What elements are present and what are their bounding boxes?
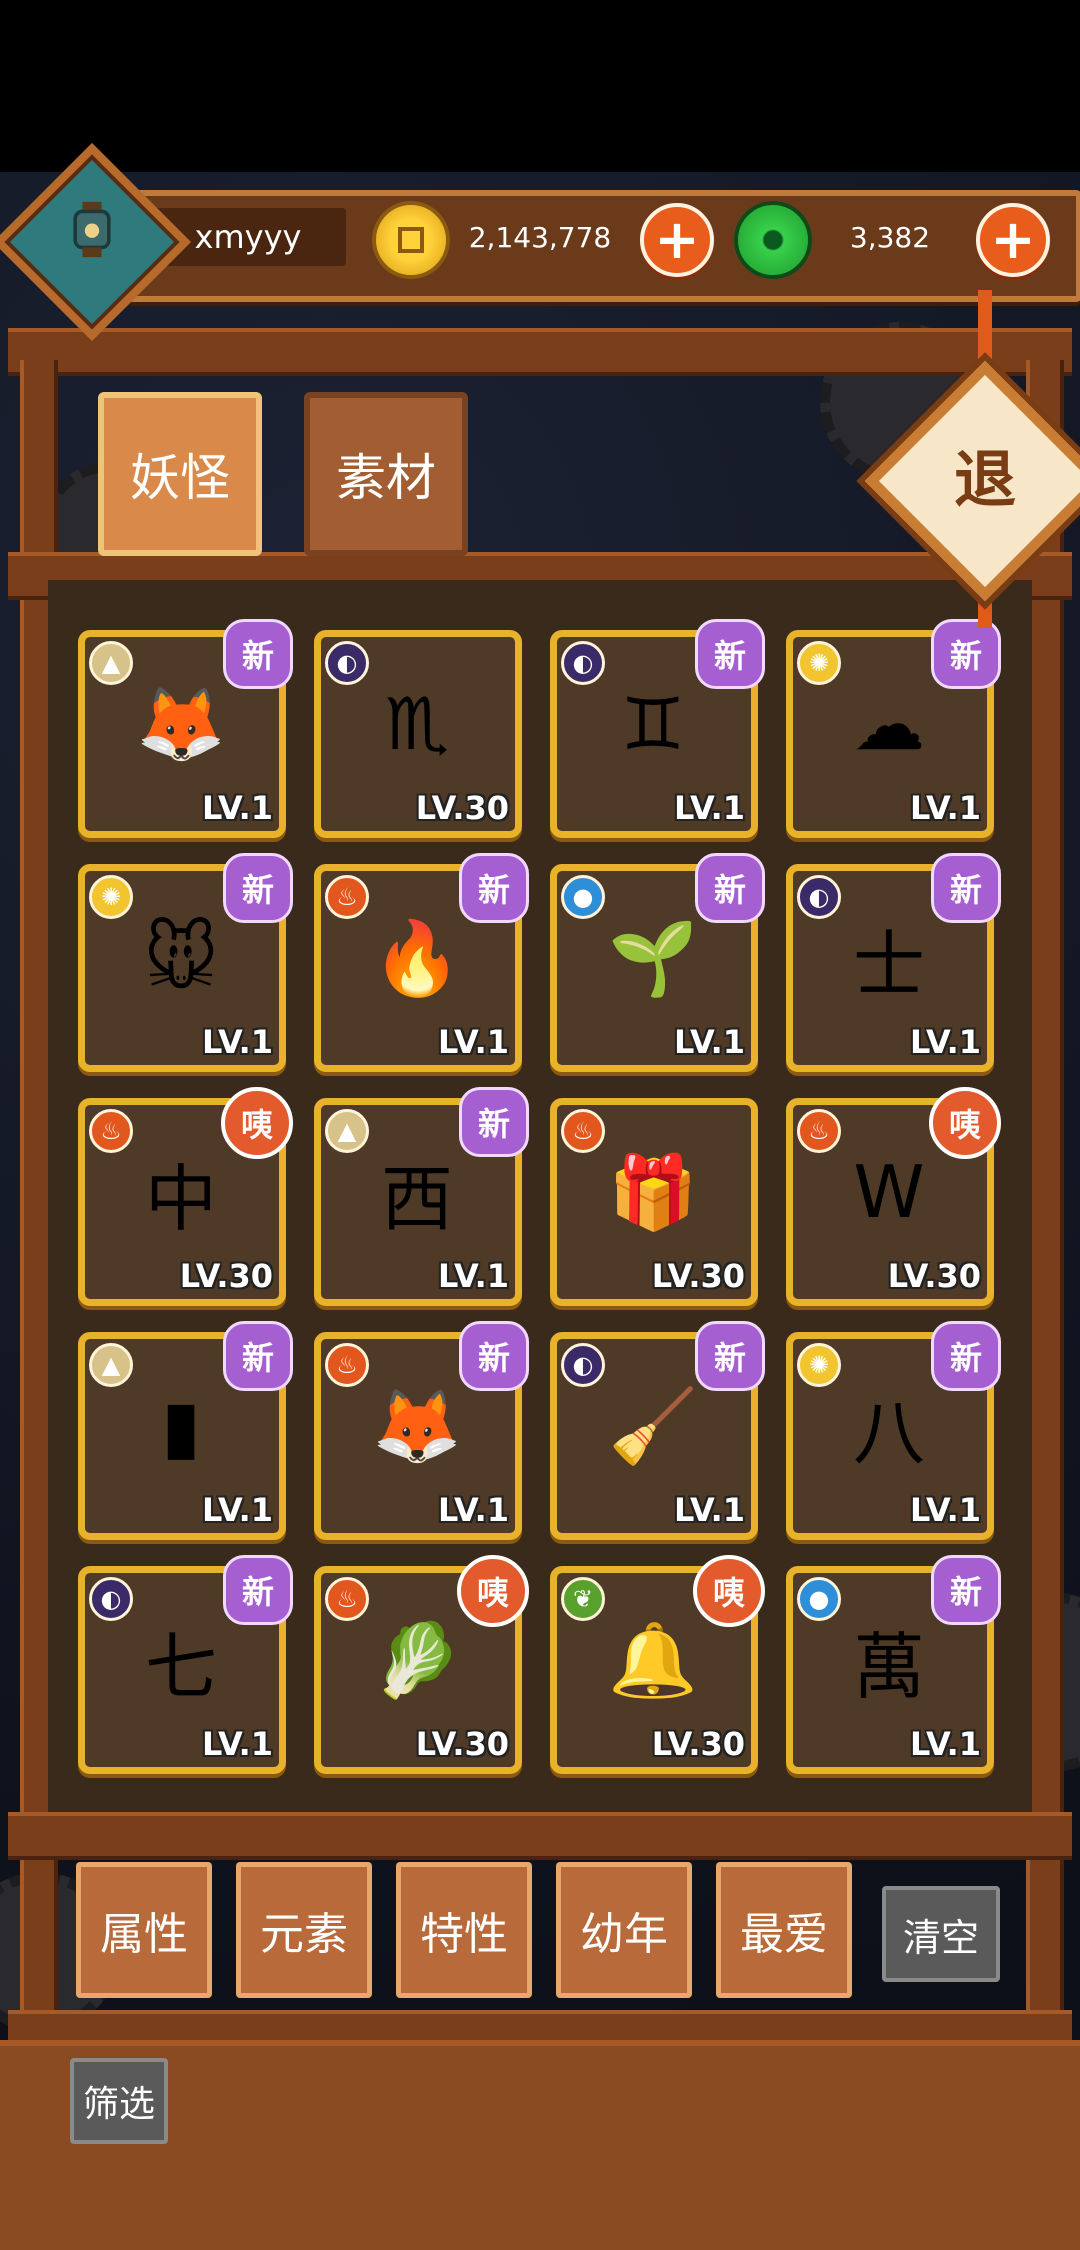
monster-card[interactable]: ♨ 中咦 LV.30 xyxy=(78,1087,293,1306)
creature-portrait: 🔥 xyxy=(372,915,462,1000)
creature-portrait: ♊ xyxy=(620,682,686,766)
monster-card[interactable]: ◐ ♊ 新 LV.1 xyxy=(550,619,765,838)
filter-button[interactable]: 元素 xyxy=(236,1862,372,1998)
new-badge: 新 xyxy=(695,853,765,923)
add-jade-button[interactable]: + xyxy=(976,203,1050,277)
level-label: LV.1 xyxy=(909,789,981,827)
creature-portrait: 七 xyxy=(144,1624,217,1709)
monster-card[interactable]: ◐ 士新 LV.1 xyxy=(786,853,1001,1072)
creature-portrait: 🧹 xyxy=(608,1383,698,1468)
filter-button[interactable]: 特性 xyxy=(396,1862,532,1998)
level-label: LV.30 xyxy=(179,1257,273,1295)
new-badge: 新 xyxy=(931,1321,1001,1391)
level-label: LV.1 xyxy=(201,789,273,827)
level-label: LV.1 xyxy=(201,1023,273,1061)
level-label: LV.30 xyxy=(415,1725,509,1763)
ugh-badge: 咦 xyxy=(221,1087,293,1159)
creature-portrait: 🔔 xyxy=(608,1617,698,1702)
sift-button[interactable]: 筛选 xyxy=(70,2058,168,2144)
monster-card[interactable]: ● 🌱 新 LV.1 xyxy=(550,853,765,1072)
ugh-badge: 咦 xyxy=(693,1555,765,1627)
new-badge: 新 xyxy=(223,1555,293,1625)
tab-monsters[interactable]: 妖怪 xyxy=(98,392,262,556)
new-badge: 新 xyxy=(931,1555,1001,1625)
monster-card[interactable]: ✺ 八新 LV.1 xyxy=(786,1321,1001,1540)
jade-amount: 3,382 xyxy=(849,220,931,254)
ugh-badge: 咦 xyxy=(929,1087,1001,1159)
new-badge: 新 xyxy=(459,1087,529,1157)
add-coins-button[interactable]: + xyxy=(640,203,714,277)
monster-card[interactable]: ● 萬新 LV.1 xyxy=(786,1555,1001,1774)
level-label: LV.1 xyxy=(673,1023,745,1061)
creature-portrait: W xyxy=(853,1150,925,1234)
creature-portrait: 中 xyxy=(144,1156,217,1241)
monster-card[interactable]: ❦ 🔔 咦 LV.30 xyxy=(550,1555,765,1774)
filter-button[interactable]: 属性 xyxy=(76,1862,212,1998)
new-badge: 新 xyxy=(223,1321,293,1391)
monster-card[interactable]: ♨ 🔥 新 LV.1 xyxy=(314,853,529,1072)
creature-portrait: 🎁 xyxy=(608,1149,698,1234)
coin-icon xyxy=(372,201,450,279)
monster-card[interactable]: ♨ 🎁 LV.30 xyxy=(550,1098,758,1306)
monster-card[interactable]: ✺ 🐭 新 LV.1 xyxy=(78,853,293,1072)
creature-portrait: 🦊 xyxy=(136,681,226,766)
level-label: LV.1 xyxy=(437,1257,509,1295)
creature-portrait: ♏ xyxy=(384,682,450,766)
level-label: LV.1 xyxy=(673,1491,745,1529)
monster-card[interactable]: ▲ 🦊 新 LV.1 xyxy=(78,619,293,838)
level-label: LV.30 xyxy=(887,1257,981,1295)
creature-portrait: 士 xyxy=(852,922,925,1007)
level-label: LV.30 xyxy=(651,1725,745,1763)
level-label: LV.30 xyxy=(415,789,509,827)
creature-portrait: 🥬 xyxy=(372,1617,462,1702)
creature-portrait: ☁ xyxy=(853,682,925,766)
level-label: LV.30 xyxy=(651,1257,745,1295)
shelf-beam-top xyxy=(8,328,1072,376)
level-label: LV.1 xyxy=(201,1491,273,1529)
new-badge: 新 xyxy=(931,853,1001,923)
creature-portrait: 🐭 xyxy=(143,916,219,1000)
creature-portrait: 八 xyxy=(852,1390,925,1475)
creature-portrait: 🦊 xyxy=(372,1383,462,1468)
monster-card[interactable]: ◐ 七新 LV.1 xyxy=(78,1555,293,1774)
level-label: LV.1 xyxy=(437,1023,509,1061)
filter-button[interactable]: 最爱 xyxy=(716,1862,852,1998)
level-label: LV.1 xyxy=(909,1491,981,1529)
creature-portrait: 🌱 xyxy=(608,915,698,1000)
coin-amount: 2,143,778 xyxy=(468,220,612,254)
monster-card[interactable]: ✺ ☁ 新 LV.1 xyxy=(786,619,1001,838)
new-badge: 新 xyxy=(931,619,1001,689)
monster-card[interactable]: ♨ W 咦 LV.30 xyxy=(786,1087,1001,1306)
level-label: LV.1 xyxy=(909,1023,981,1061)
ugh-badge: 咦 xyxy=(457,1555,529,1627)
monster-card[interactable]: ◐ 🧹 新 LV.1 xyxy=(550,1321,765,1540)
new-badge: 新 xyxy=(223,853,293,923)
level-label: LV.1 xyxy=(909,1725,981,1763)
new-badge: 新 xyxy=(695,1321,765,1391)
filter-button[interactable]: 幼年 xyxy=(556,1862,692,1998)
level-label: LV.1 xyxy=(673,789,745,827)
new-badge: 新 xyxy=(695,619,765,689)
new-badge: 新 xyxy=(223,619,293,689)
monster-card[interactable]: ▲ 西新 LV.1 xyxy=(314,1087,529,1306)
clear-button[interactable]: 清空 xyxy=(882,1886,1000,1982)
monster-card[interactable]: ◐ ♏ LV.30 xyxy=(314,630,522,838)
level-label: LV.1 xyxy=(201,1725,273,1763)
exit-label: 退 xyxy=(953,442,1016,516)
creature-portrait: ▮ xyxy=(161,1384,201,1468)
creature-portrait: 萬 xyxy=(852,1624,925,1709)
shelf-beam-lower xyxy=(8,1812,1072,1860)
new-badge: 新 xyxy=(459,1321,529,1391)
monster-card[interactable]: ♨ 🦊 新 LV.1 xyxy=(314,1321,529,1540)
creature-portrait: 西 xyxy=(380,1156,453,1241)
level-label: LV.1 xyxy=(437,1491,509,1529)
tab-materials[interactable]: 素材 xyxy=(304,392,468,556)
monster-card[interactable]: ▲ ▮ 新 LV.1 xyxy=(78,1321,293,1540)
new-badge: 新 xyxy=(459,853,529,923)
monster-card[interactable]: ♨ 🥬 咦 LV.30 xyxy=(314,1555,529,1774)
lantern-avatar-icon xyxy=(73,201,111,258)
